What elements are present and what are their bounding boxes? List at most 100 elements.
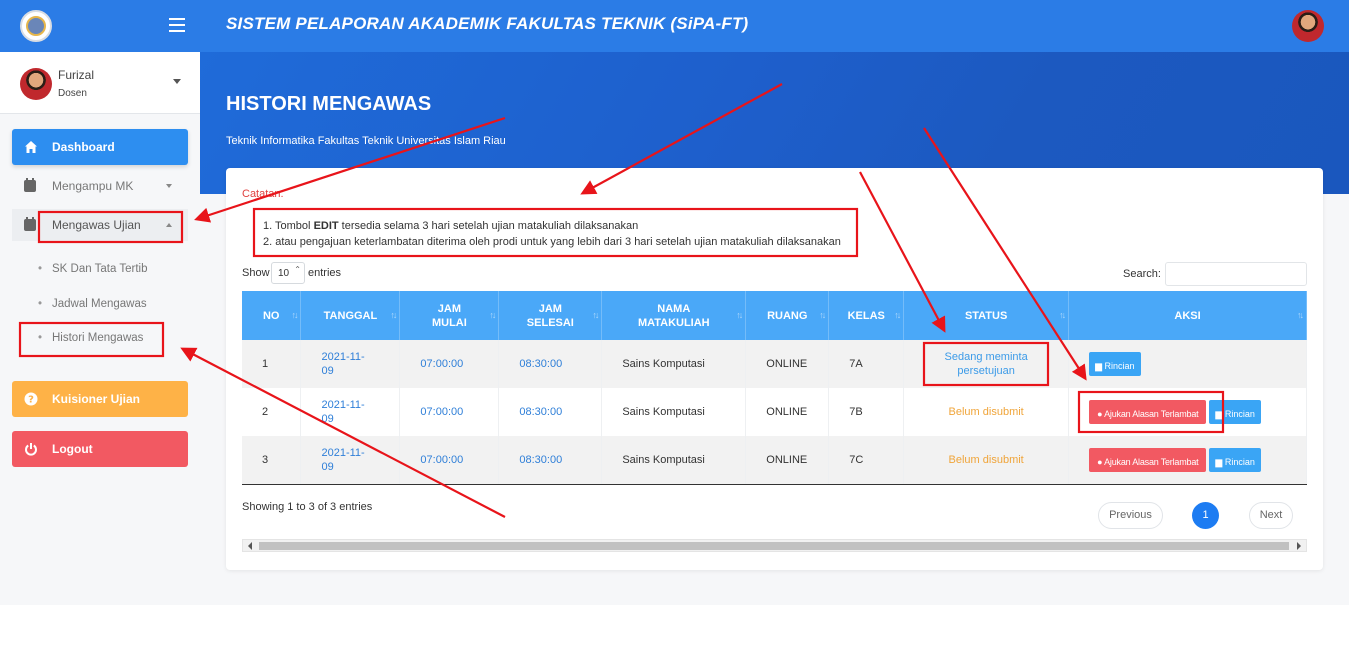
scroll-right-icon[interactable]: [1297, 542, 1301, 550]
col-status[interactable]: STATUS ↑↓: [903, 291, 1070, 340]
show-label: Show: [242, 267, 270, 279]
cell-jam-selesai: 08:30:00: [498, 436, 603, 484]
cell-ruang: ONLINE: [745, 388, 830, 436]
sidebar-subitem-histori-mengawas[interactable]: Histori Mengawas: [38, 332, 143, 344]
col-nama-matakuliah[interactable]: NAMA MATAKULIAH ↑↓: [601, 291, 747, 340]
chevron-up-icon: [166, 223, 172, 227]
history-card: Catatan: 1. Tombol EDIT tersedia selama …: [226, 168, 1323, 570]
chevron-down-icon[interactable]: [173, 79, 181, 84]
search-label: Search:: [1123, 268, 1161, 280]
cell-jam-selesai: 08:30:00: [498, 388, 603, 436]
cell-matakuliah: Sains Komputasi: [601, 436, 747, 484]
cell-kelas: 7A: [828, 340, 905, 388]
university-logo[interactable]: [20, 10, 52, 42]
sidebar-logo-bar: [0, 0, 200, 52]
svg-text:?: ?: [28, 395, 34, 406]
col-kelas[interactable]: KELAS ↑↓: [828, 291, 905, 340]
entries-info: Showing 1 to 3 of 3 entries: [242, 501, 373, 513]
sidebar-item-dashboard[interactable]: Dashboard: [12, 129, 188, 165]
table-row: 3 2021-11- 09 07:00:00 08:30:00 Sains Kom…: [242, 436, 1307, 484]
col-tanggal[interactable]: TANGGAL ↑↓: [300, 291, 401, 340]
sidebar-subitem-jadwal-mengawas[interactable]: Jadwal Mengawas: [38, 298, 147, 310]
sidebar-item-label: Mengampu MK: [52, 179, 134, 193]
pagination-next-button[interactable]: Next: [1249, 502, 1293, 529]
header-avatar[interactable]: [1292, 10, 1324, 42]
question-icon: ?: [24, 392, 38, 406]
search-input[interactable]: [1165, 262, 1307, 286]
pagination-page-1[interactable]: 1: [1192, 502, 1219, 529]
user-role: Dosen: [58, 88, 87, 99]
power-icon: [24, 442, 38, 456]
rincian-button[interactable]: ▆ Rincian: [1089, 352, 1141, 376]
scrollbar-thumb[interactable]: [259, 542, 1289, 550]
table-bottom-border: [242, 484, 1307, 485]
entries-select[interactable]: 10: [271, 262, 305, 284]
ajukan-alasan-button[interactable]: ● Ajukan Alasan Terlambat: [1089, 400, 1207, 424]
cell-no: 2: [242, 388, 302, 436]
note-line-2: 2. atau pengajuan keterlambatan diterima…: [263, 236, 841, 248]
sidebar-subitem-sk-tata-tertib[interactable]: SK Dan Tata Tertib: [38, 263, 147, 275]
cell-jam-selesai: 08:30:00: [498, 340, 603, 388]
page-title: HISTORI MENGAWAS: [226, 93, 432, 115]
col-no[interactable]: NO ↑↓: [242, 291, 302, 340]
sidebar-item-logout[interactable]: Logout: [12, 431, 188, 467]
table-header-row: NO ↑↓ TANGGAL ↑↓ JAM MULAI ↑↓ JAM SELESAI ↑↓…: [242, 291, 1307, 340]
calendar-icon: [24, 217, 36, 231]
sidebar-item-mengawas-ujian[interactable]: Mengawas Ujian: [12, 209, 188, 241]
ajukan-alasan-button[interactable]: ● Ajukan Alasan Terlambat: [1089, 448, 1207, 472]
sidebar-item-label: Kuisioner Ujian: [52, 392, 141, 406]
chevron-down-icon: [166, 184, 172, 188]
sidebar-item-label: Dashboard: [52, 140, 115, 154]
rincian-button[interactable]: ▆ Rincian: [1209, 448, 1261, 472]
pagination-previous-button[interactable]: Previous: [1098, 502, 1163, 529]
menu-toggle-icon[interactable]: [169, 18, 185, 32]
user-name: Furizal: [58, 68, 95, 82]
sidebar-item-label: Mengawas Ujian: [52, 218, 141, 232]
cell-tanggal: 2021-11- 09: [300, 436, 401, 484]
sidebar-item-mengampu-mk[interactable]: Mengampu MK: [12, 170, 188, 202]
col-jam-mulai[interactable]: JAM MULAI ↑↓: [399, 291, 500, 340]
cell-jam-mulai: 07:00:00: [399, 388, 500, 436]
cell-aksi: ● Ajukan Alasan Terlambat ▆ Rincian: [1068, 436, 1307, 484]
cell-ruang: ONLINE: [745, 340, 830, 388]
notes-list: 1. Tombol EDIT tersedia selama 3 hari se…: [263, 218, 841, 250]
horizontal-scrollbar[interactable]: [242, 539, 1307, 552]
table-row: 1 2021-11- 09 07:00:00 08:30:00 Sains Kom…: [242, 340, 1307, 388]
user-panel[interactable]: Furizal Dosen: [0, 52, 200, 114]
table-row: 2 2021-11- 09 07:00:00 08:30:00 Sains Kom…: [242, 388, 1307, 436]
cell-tanggal: 2021-11- 09: [300, 340, 401, 388]
cell-kelas: 7B: [828, 388, 905, 436]
cell-tanggal: 2021-11- 09: [300, 388, 401, 436]
sidebar-item-kuisioner-ujian[interactable]: ? Kuisioner Ujian: [12, 381, 188, 417]
cell-matakuliah: Sains Komputasi: [601, 388, 747, 436]
sidebar: Furizal Dosen Dashboard Mengampu MK Meng…: [0, 0, 200, 605]
cell-kelas: 7C: [828, 436, 905, 484]
col-aksi[interactable]: AKSI ↑↓: [1068, 291, 1307, 340]
cell-aksi: ▆ Rincian: [1068, 340, 1307, 388]
avatar: [20, 68, 52, 100]
rincian-button[interactable]: ▆ Rincian: [1209, 400, 1261, 424]
top-header: SISTEM PELAPORAN AKADEMIK FAKULTAS TEKNI…: [200, 0, 1349, 52]
entries-label: entries: [308, 267, 342, 279]
note-line-1: 1. Tombol EDIT tersedia selama 3 hari se…: [263, 220, 639, 232]
page-subtitle: Teknik Informatika Fakultas Teknik Unive…: [226, 135, 506, 147]
status-badge: Belum disubmit: [903, 388, 1070, 436]
col-ruang[interactable]: RUANG ↑↓: [745, 291, 830, 340]
status-badge: Belum disubmit: [903, 436, 1070, 484]
cell-matakuliah: Sains Komputasi: [601, 340, 747, 388]
cell-no: 1: [242, 340, 302, 388]
status-badge: Sedang meminta persetujuan: [903, 340, 1070, 388]
home-icon: [24, 140, 38, 154]
cell-jam-mulai: 07:00:00: [399, 436, 500, 484]
history-table: NO ↑↓ TANGGAL ↑↓ JAM MULAI ↑↓ JAM SELESAI ↑↓…: [242, 291, 1307, 485]
cell-aksi: ● Ajukan Alasan Terlambat ▆ Rincian: [1068, 388, 1307, 436]
calendar-icon: [24, 178, 36, 192]
notes-label: Catatan:: [242, 188, 284, 200]
scroll-left-icon[interactable]: [248, 542, 252, 550]
col-jam-selesai[interactable]: JAM SELESAI ↑↓: [498, 291, 603, 340]
cell-ruang: ONLINE: [745, 436, 830, 484]
cell-no: 3: [242, 436, 302, 484]
app-title: SISTEM PELAPORAN AKADEMIK FAKULTAS TEKNI…: [226, 14, 749, 33]
cell-jam-mulai: 07:00:00: [399, 340, 500, 388]
sidebar-item-label: Logout: [52, 442, 93, 456]
